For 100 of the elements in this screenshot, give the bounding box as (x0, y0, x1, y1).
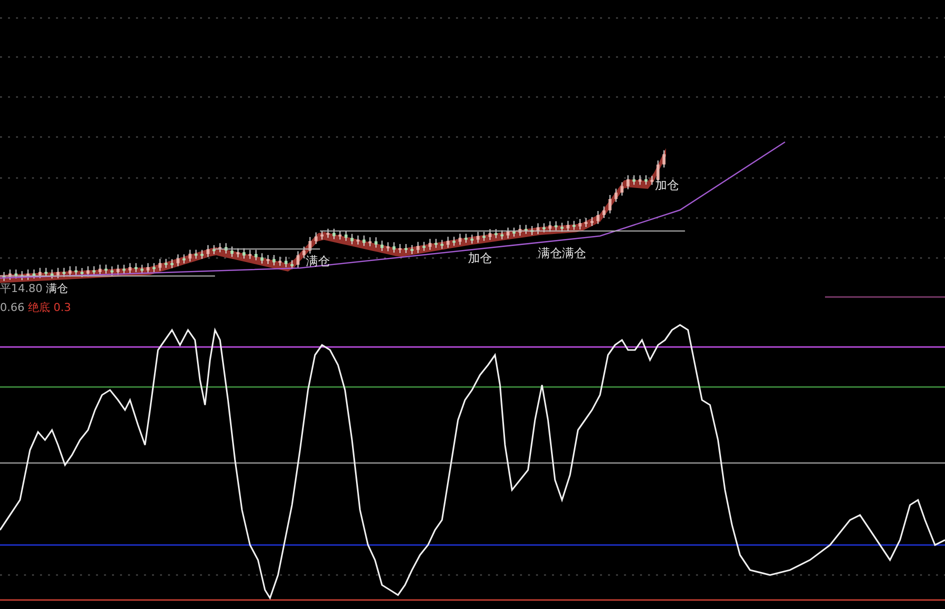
candlestick (578, 218, 582, 230)
candlestick (518, 224, 522, 236)
candlestick (278, 256, 282, 266)
candlestick (194, 249, 198, 260)
candlestick (62, 267, 66, 278)
candlestick (554, 220, 558, 231)
candlestick (44, 267, 48, 278)
candlestick (446, 236, 450, 248)
candlestick (632, 174, 636, 186)
indicator-label: 绝底 (28, 301, 50, 314)
candlestick (536, 222, 540, 235)
candlestick (650, 175, 654, 186)
candlestick (590, 216, 594, 226)
candlestick (14, 268, 18, 279)
readout-value: 0.66 (0, 301, 24, 314)
candlestick (326, 228, 330, 238)
candlestick (428, 238, 432, 250)
signal-label: 满仓 (306, 254, 330, 268)
candlestick (368, 236, 372, 247)
candlestick (356, 235, 360, 246)
candlestick (626, 174, 630, 190)
candlestick (596, 210, 600, 224)
candlestick (50, 269, 54, 280)
candlestick (338, 230, 342, 240)
candlestick (512, 227, 516, 238)
candlestick (212, 244, 216, 255)
candlestick (434, 238, 438, 248)
candlestick (26, 269, 30, 280)
candlestick (560, 222, 564, 232)
candlestick (620, 182, 624, 196)
candlestick (92, 266, 96, 276)
candlestick (296, 250, 300, 268)
candlestick (524, 224, 528, 234)
candlestick (482, 231, 486, 242)
readout-value: 平14.80 (0, 282, 42, 295)
candlestick (104, 264, 108, 274)
candlestick (236, 248, 240, 258)
candlestick (200, 249, 204, 260)
candlestick (494, 228, 498, 239)
candlestick (260, 252, 264, 264)
candlestick (470, 234, 474, 244)
candlestick (458, 233, 462, 246)
candlestick (602, 206, 606, 218)
candlestick (188, 249, 192, 262)
signal-label: 加仓 (468, 251, 492, 265)
candlestick (290, 260, 294, 270)
candlestick (422, 241, 426, 252)
candlestick (362, 235, 366, 246)
candlestick (170, 258, 174, 269)
candlestick (164, 258, 168, 268)
candlestick (530, 226, 534, 236)
candlestick (122, 264, 126, 274)
candlestick (440, 239, 444, 250)
candlestick (662, 150, 666, 168)
candlestick (344, 230, 348, 242)
candlestick (320, 230, 324, 240)
candlestick (152, 262, 156, 273)
candlestick (248, 249, 252, 260)
candlestick (392, 242, 396, 254)
candlestick (410, 244, 414, 254)
indicator-label: 0.3 (54, 301, 71, 314)
candlestick (134, 262, 138, 273)
candlestick (380, 240, 384, 252)
candlestick (584, 218, 588, 228)
candlestick (308, 236, 312, 254)
candlestick (488, 228, 492, 240)
candlestick (644, 174, 648, 186)
candlestick (452, 236, 456, 246)
candlestick (182, 254, 186, 264)
candlestick (476, 231, 480, 244)
candlestick (20, 270, 24, 281)
candlestick (110, 266, 114, 276)
signal-label: 加仓 (655, 178, 679, 192)
candlestick (158, 258, 162, 272)
candlestick (32, 269, 36, 279)
candlestick (128, 262, 132, 274)
candlestick (86, 266, 90, 278)
candlestick (266, 254, 270, 265)
candlestick (284, 256, 288, 268)
candlestick (2, 272, 6, 282)
candlestick (146, 262, 150, 274)
candlestick (116, 264, 120, 276)
candlestick (350, 233, 354, 245)
candlestick (38, 267, 42, 279)
candlestick (230, 246, 234, 258)
candlestick (464, 233, 468, 244)
candlestick (8, 268, 12, 280)
candlestick (416, 241, 420, 254)
candlestick (98, 264, 102, 276)
candlestick (218, 242, 222, 253)
signal-label: 满仓满仓 (538, 246, 586, 260)
candlestick (500, 230, 504, 240)
candlestick (74, 266, 78, 276)
candlestick (176, 254, 180, 267)
candlestick (224, 242, 228, 254)
candlestick (56, 267, 60, 279)
candlestick (572, 220, 576, 230)
candlestick (140, 264, 144, 274)
candlestick (332, 228, 336, 240)
candlestick (548, 220, 552, 232)
